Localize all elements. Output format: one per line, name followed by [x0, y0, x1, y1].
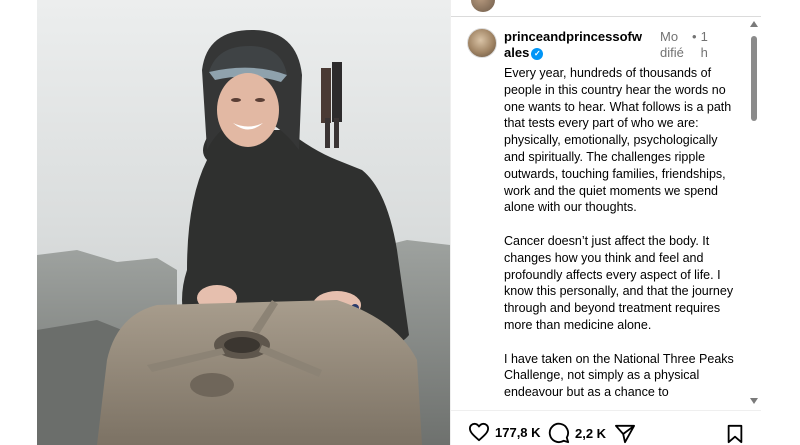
save-button[interactable] [726, 424, 744, 444]
caption-comment: princeandprincessofwales ✓ Modifié • 1 h Ev… [451, 18, 747, 407]
like-button[interactable]: 177,8 K [468, 422, 541, 442]
post-header-strip [451, 0, 761, 17]
caption-paragraph: Cancer doesn’t just affect the body. It … [504, 233, 734, 332]
post-panel: princeandprincessofwales ✓ Modifié • 1 h Ev… [450, 0, 761, 445]
meta-separator: • [692, 29, 697, 44]
edited-label: Modifié [660, 29, 684, 60]
caption-paragraph: I have taken on the National Three Peaks… [504, 351, 734, 400]
username-link[interactable]: princeandprincessofwales ✓ [504, 29, 642, 61]
caption-paragraph: Every year, hundreds of thousands of peo… [504, 66, 732, 215]
comment-button[interactable]: 2,2 K [548, 422, 606, 444]
post-meta: Modifié • 1 h [660, 29, 709, 61]
caption-text: Every year, hundreds of thousands of peo… [504, 65, 736, 407]
avatar[interactable] [467, 28, 497, 58]
post-photo[interactable] [37, 0, 450, 445]
comment-bubble-icon [548, 422, 570, 444]
scroll-thumb[interactable] [751, 36, 757, 121]
header-avatar[interactable] [471, 0, 495, 12]
send-icon [615, 424, 635, 444]
username-text: princeandprincessofwales [504, 29, 642, 60]
scroll-up-arrow-icon[interactable] [750, 21, 758, 27]
comments-count[interactable]: 2,2 K [575, 426, 606, 441]
action-bar: 177,8 K 2,2 K [451, 410, 761, 445]
likes-count[interactable]: 177,8 K [495, 425, 541, 440]
verified-badge-icon: ✓ [531, 47, 544, 60]
share-button[interactable] [614, 424, 636, 444]
scrollbar[interactable] [747, 18, 761, 407]
heart-icon [468, 422, 489, 442]
scroll-down-arrow-icon[interactable] [750, 398, 758, 404]
post-time[interactable]: 1 h [701, 29, 709, 61]
photo-image [37, 0, 450, 445]
bookmark-icon [727, 424, 743, 444]
